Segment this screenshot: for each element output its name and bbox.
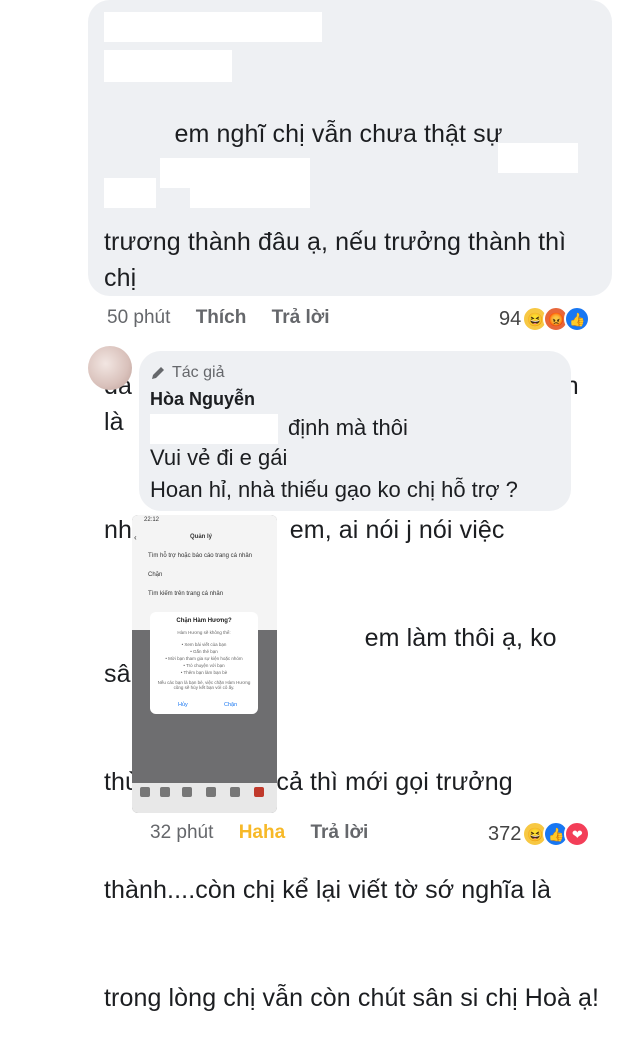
redacted-name (104, 12, 322, 42)
dialog-title: Chặn Hàm Hương? (176, 618, 232, 624)
like-icon: 👍 (564, 306, 591, 332)
comment-actions: 50 phút Thích Trả lời (107, 307, 350, 329)
reply-line: định mà thôi (288, 415, 408, 440)
redaction (104, 178, 156, 208)
comment-line: thành....còn chị kể lại viết tờ sớ nghĩa… (104, 876, 552, 904)
friends-tab-icon (160, 787, 170, 797)
reply-line: Vui vẻ đi e gái (150, 445, 288, 470)
like-button[interactable]: Thích (196, 307, 247, 328)
reaction-count: 372 (488, 822, 522, 845)
comment-time: 50 phút (107, 307, 171, 328)
redaction (190, 178, 310, 208)
comment-line: trương thành đâu ạ, nếu trưởng thành thì… (104, 228, 574, 292)
screenshot-title: Quản lý (190, 534, 213, 540)
reply-button[interactable]: Trả lời (310, 822, 368, 843)
menu-item: Chặn (148, 572, 163, 578)
block-dialog: Chặn Hàm Hương? Hàm Hương sẽ không thể: … (150, 612, 258, 714)
dialog-note: Nếu các bạn là bạn bè, việc chặn Hàm Hươ… (157, 680, 251, 690)
notifications-tab-icon (230, 787, 240, 797)
dialog-item: • Xem bài viết của bạn (181, 642, 227, 647)
pencil-icon (152, 367, 164, 379)
redaction (104, 50, 232, 82)
comment-line: trong lòng chị vẫn còn chút sân si chị H… (104, 984, 600, 1012)
haha-reaction-button[interactable]: Haha (239, 822, 285, 843)
author-badge: Tác giả (150, 364, 224, 382)
author-badge-label: Tác giả (172, 364, 225, 381)
dialog-item: • Thêm bạn làm bạn bè (180, 670, 228, 675)
reply-actions: 32 phút Haha Trả lời (150, 822, 388, 844)
dialog-item: • Gắn thẻ bạn (190, 649, 218, 654)
status-time: 22:12 (144, 517, 160, 523)
reaction-summary[interactable]: 372 😆 👍 ❤ (488, 821, 591, 847)
reply-line: Hoan hỉ, nhà thiếu gạo ko chị hỗ trợ ? (150, 477, 518, 502)
love-icon: ❤ (564, 821, 591, 847)
back-icon: ‹ (134, 533, 137, 542)
menu-item: Tìm hỗ trợ hoặc báo cáo trang cá nhân (148, 553, 252, 559)
reaction-count: 94 (499, 307, 522, 330)
reaction-summary[interactable]: 94 😆 😡 👍 (499, 306, 591, 332)
redaction (150, 414, 278, 444)
reply-button[interactable]: Trả lời (272, 307, 330, 328)
author-name[interactable]: Hòa Nguyễn (150, 389, 255, 410)
home-tab-icon (140, 787, 150, 797)
dialog-subtitle: Hàm Hương sẽ không thể: (177, 630, 231, 635)
menu-item: Tìm kiếm trên trang cá nhân (148, 591, 224, 597)
avatar[interactable] (88, 346, 132, 390)
watch-tab-icon (206, 787, 216, 797)
cancel-button[interactable]: Hủy (178, 702, 188, 708)
menu-tab-icon (254, 787, 264, 797)
redaction (498, 143, 578, 173)
marketplace-tab-icon (182, 787, 192, 797)
block-button[interactable]: Chặn (224, 702, 237, 708)
dialog-item: • Trò chuyện với bạn (183, 663, 225, 668)
reply-time: 32 phút (150, 822, 214, 843)
dialog-item: • Mời bạn tham gia sự kiện hoặc nhóm (165, 656, 243, 661)
